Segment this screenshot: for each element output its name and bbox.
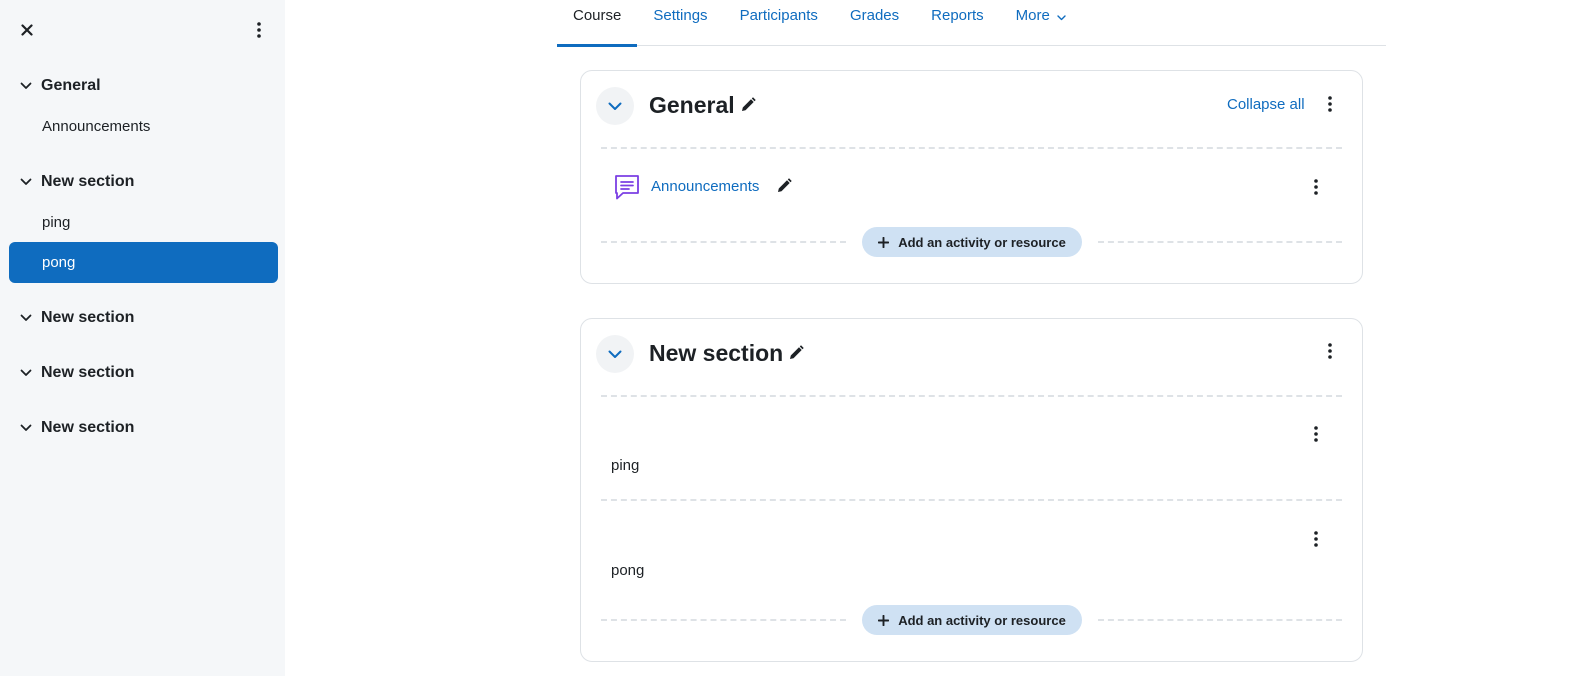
tab-label: Participants xyxy=(739,7,818,24)
add-activity-label: Add an activity or resource xyxy=(898,234,1066,250)
item-actions-button[interactable] xyxy=(1304,525,1328,553)
course-index-drawer: General Announcements New section ping p… xyxy=(0,0,285,676)
app-root: General Announcements New section ping p… xyxy=(0,0,1571,676)
tab-label: More xyxy=(1015,7,1050,24)
add-divider-right xyxy=(1098,241,1342,243)
course-index: General Announcements New section ping p… xyxy=(0,66,285,448)
kebab-icon xyxy=(1314,179,1318,195)
section-title-text: New section xyxy=(649,340,784,366)
add-divider-right xyxy=(1098,619,1342,621)
chevron-down-icon xyxy=(608,350,622,358)
tab-reports[interactable]: Reports xyxy=(915,0,1000,46)
index-section-new-section-2[interactable]: New section xyxy=(0,298,285,338)
chevron-down-icon[interactable] xyxy=(18,78,34,94)
close-drawer-button[interactable] xyxy=(14,17,40,43)
edit-title-pencil-icon[interactable] xyxy=(787,341,805,368)
section-card-general: General Collapse all Announcements Add a… xyxy=(580,70,1363,284)
index-section-title: General xyxy=(41,77,101,94)
add-activity-button[interactable]: Add an activity or resource xyxy=(862,227,1082,257)
tab-label: Grades xyxy=(849,7,900,24)
chevron-down-icon[interactable] xyxy=(18,310,34,326)
chevron-down-icon xyxy=(608,102,622,110)
index-item-ping[interactable]: ping xyxy=(0,202,285,242)
close-icon xyxy=(21,24,33,36)
collapse-all-link[interactable]: Collapse all xyxy=(1227,96,1305,113)
index-item-announcements[interactable]: Announcements xyxy=(0,106,285,146)
section-title-text: General xyxy=(649,92,735,118)
add-divider-left xyxy=(601,241,846,243)
collapse-section-button[interactable] xyxy=(596,335,634,373)
section-actions-button[interactable] xyxy=(1318,337,1342,365)
add-divider-left xyxy=(601,619,846,621)
tab-settings[interactable]: Settings xyxy=(637,0,723,46)
tab-participants[interactable]: Participants xyxy=(724,0,834,46)
edit-activity-pencil-icon[interactable] xyxy=(775,177,793,200)
kebab-icon xyxy=(1314,426,1318,442)
kebab-icon xyxy=(1328,343,1332,359)
edit-title-pencil-icon[interactable] xyxy=(739,93,757,120)
item-actions-button[interactable] xyxy=(1304,420,1328,448)
section-title: New section xyxy=(649,340,805,368)
kebab-icon xyxy=(257,22,261,38)
add-activity-label: Add an activity or resource xyxy=(898,612,1066,628)
index-section-title: New section xyxy=(41,419,135,436)
tab-label: Settings xyxy=(653,7,708,24)
tab-label: Course xyxy=(573,7,622,24)
section-actions-button[interactable] xyxy=(1318,90,1342,118)
label-item-ping: ping xyxy=(611,457,640,474)
add-activity-button[interactable]: Add an activity or resource xyxy=(862,605,1082,635)
tab-course[interactable]: Course xyxy=(557,0,638,47)
section-title: General xyxy=(649,92,757,120)
index-item-pong[interactable]: pong xyxy=(9,242,278,283)
secondary-navigation: Course Settings Participants Grades Repo… xyxy=(557,0,1386,47)
section-divider xyxy=(601,395,1342,397)
kebab-icon xyxy=(1328,96,1332,112)
index-section-general[interactable]: General xyxy=(0,66,285,106)
tab-more[interactable]: More xyxy=(1000,0,1082,46)
plus-icon xyxy=(878,614,890,626)
index-section-new-section-1[interactable]: New section xyxy=(0,162,285,202)
index-section-title: New section xyxy=(41,364,135,381)
collapse-section-button[interactable] xyxy=(596,87,634,125)
kebab-icon xyxy=(1314,531,1318,547)
tab-grades[interactable]: Grades xyxy=(834,0,915,46)
section-divider xyxy=(601,147,1342,149)
chevron-down-icon xyxy=(1057,8,1066,25)
label-item-pong: pong xyxy=(611,562,645,579)
index-section-title: New section xyxy=(41,173,135,190)
index-section-new-section-4[interactable]: New section xyxy=(0,408,285,448)
index-section-title: New section xyxy=(41,309,135,326)
section-card-new-section: New section ping pong Add an activity or… xyxy=(580,318,1363,662)
chevron-down-icon[interactable] xyxy=(18,365,34,381)
chevron-down-icon[interactable] xyxy=(18,174,34,190)
item-divider xyxy=(601,499,1342,501)
plus-icon xyxy=(878,236,890,248)
forum-icon xyxy=(615,175,639,200)
activity-link-announcements[interactable]: Announcements xyxy=(651,178,759,195)
chevron-down-icon[interactable] xyxy=(18,420,34,436)
drawer-actions-button[interactable] xyxy=(246,17,272,43)
index-section-new-section-3[interactable]: New section xyxy=(0,353,285,393)
tab-label: Reports xyxy=(931,7,984,24)
activity-actions-button[interactable] xyxy=(1304,173,1328,201)
